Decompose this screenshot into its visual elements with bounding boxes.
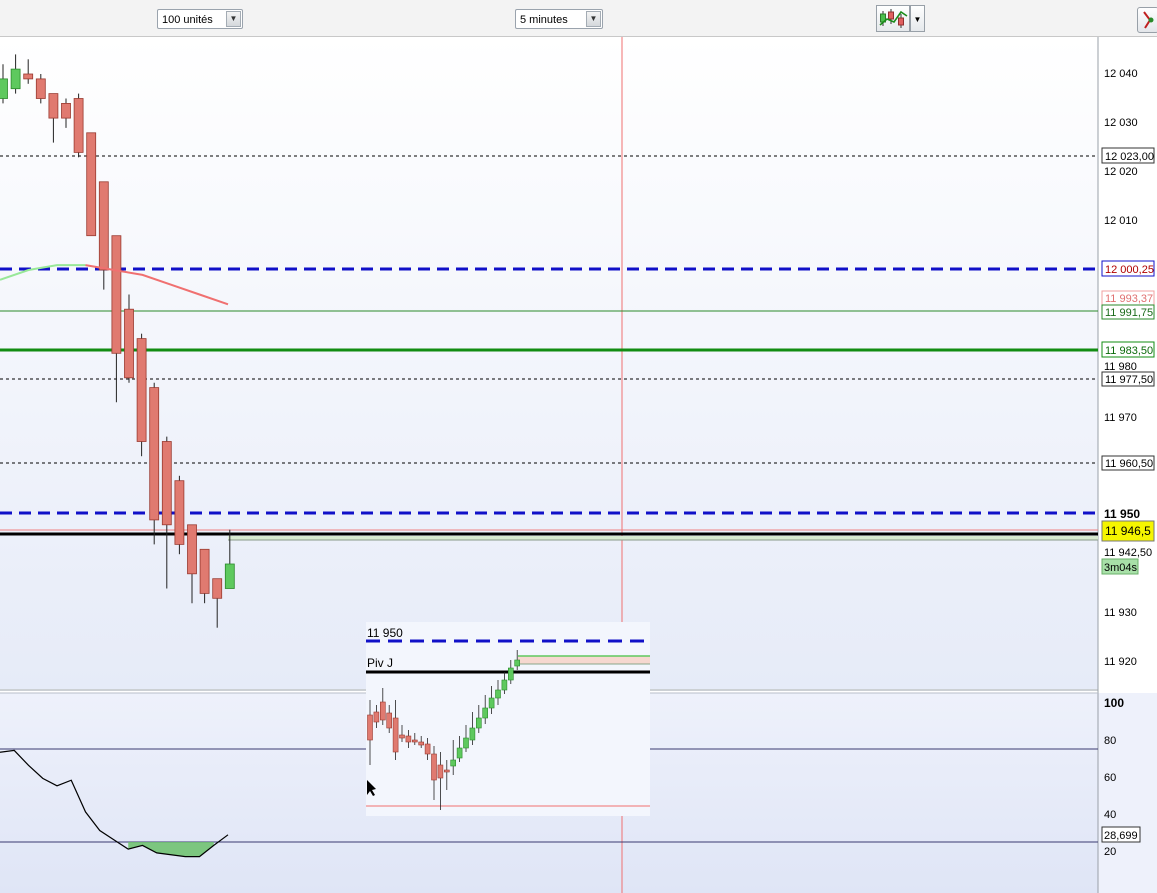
candle-bear (136, 338, 147, 442)
indicator-tick: 20 (1104, 846, 1116, 858)
mini-candle-bear (437, 764, 444, 779)
toolbar: 100 unités ▼ 5 minutes ▼ ▼ (0, 0, 1157, 37)
chart-style-dropdown[interactable]: ▼ (910, 5, 925, 32)
candle-bear (161, 441, 172, 526)
chevron-down-icon: ▼ (913, 15, 922, 24)
indicator-value: 28,699 (1104, 830, 1138, 842)
candlestick-chart-icon (879, 9, 908, 28)
label-11991: 11 991,75 (1105, 307, 1153, 319)
price-tick: 11 942,50 (1104, 547, 1152, 559)
chevron-down-icon[interactable]: ▼ (226, 11, 241, 27)
candle-bear (98, 181, 109, 271)
current-price-label: 11 946,5 (1105, 524, 1151, 538)
units-select-value: 100 unités (162, 14, 213, 26)
overlay-background (366, 622, 650, 816)
chevron-down-icon[interactable]: ▼ (586, 11, 601, 27)
price-tick: 12 020 (1104, 166, 1138, 178)
mini-candle-bear (411, 739, 418, 743)
label-12023: 12 023,00 (1105, 151, 1154, 163)
indicator-tick-bold: 100 (1104, 696, 1124, 710)
tool-icon (1143, 11, 1154, 29)
mini-candle-bull (456, 747, 463, 759)
price-panel (0, 37, 1098, 689)
overlay-preview[interactable]: 11 950 Piv J (366, 622, 650, 816)
mini-candle-bull (495, 689, 501, 699)
indicator-tick: 40 (1104, 809, 1116, 821)
label-11993: 11 993,37 (1105, 293, 1153, 305)
interval-select-value: 5 minutes (520, 14, 568, 26)
candle-bull (224, 563, 235, 589)
mini-candle-bull (514, 659, 521, 667)
overlay-level-label: 11 950 (367, 626, 403, 640)
mini-candle-bear (386, 712, 393, 729)
indicator-tick: 80 (1104, 735, 1116, 747)
price-tick: 12 030 (1104, 117, 1138, 129)
candle-bear (48, 93, 59, 119)
candle-bull (0, 78, 8, 99)
mini-candle-bear (373, 711, 380, 723)
mini-candle-bull (475, 717, 482, 729)
candle-bear (35, 78, 46, 99)
candle-timer: 3m04s (1104, 562, 1138, 574)
mini-candle-bull (488, 697, 495, 709)
chart-style-button[interactable] (876, 5, 910, 32)
mini-candle-bull (482, 707, 489, 719)
indicator-tick: 60 (1104, 772, 1116, 784)
mini-candle-bear (367, 714, 373, 741)
mini-candle-bear (424, 743, 431, 755)
candle-bear (86, 132, 97, 237)
mini-candle-bear (379, 701, 386, 721)
candle-bear (149, 387, 160, 521)
overlay-pivot-label: Piv J (367, 656, 393, 670)
price-tick: 11 970 (1104, 412, 1137, 424)
mini-candle-bull (469, 727, 476, 741)
candle-bear (61, 103, 71, 119)
mini-candle-bear (431, 753, 437, 781)
units-select[interactable]: 100 unités ▼ (157, 9, 243, 29)
mini-candle-bull (463, 737, 469, 749)
price-tick: 12 010 (1104, 215, 1138, 227)
label-11960: 11 960,50 (1105, 458, 1153, 470)
mini-candle-bull (450, 759, 457, 767)
label-11983: 11 983,50 (1105, 345, 1153, 357)
candle-bear (174, 480, 185, 545)
mini-candle-bear (443, 769, 450, 773)
overlay-pivot-zone (518, 656, 650, 664)
candle-bear (124, 308, 134, 379)
candle-bear (73, 98, 84, 153)
mini-candle-bear (405, 735, 412, 743)
candle-bear (111, 235, 122, 354)
candle-bear (187, 524, 197, 575)
pivot-zone (228, 536, 1098, 540)
tool-button[interactable] (1137, 7, 1157, 33)
mini-candle-bear (392, 717, 399, 753)
mini-candle-bull (501, 679, 508, 691)
trading-chart[interactable]: 12 040 12 030 12 020 12 010 11 980 11 97… (0, 36, 1157, 893)
mini-candle-bear (399, 734, 405, 739)
candle-bear (199, 548, 210, 594)
indicator-axis-panel (1098, 693, 1157, 893)
price-tick: 11 980 (1104, 361, 1137, 373)
price-tick: 12 040 (1104, 68, 1138, 80)
label-11977: 11 977,50 (1105, 374, 1153, 386)
mini-candle-bull (507, 667, 514, 681)
candle-bear (212, 578, 223, 599)
price-tick: 11 920 (1104, 656, 1137, 668)
label-12000: 12 000,25 (1105, 264, 1154, 276)
candle-bear (23, 73, 34, 80)
interval-select[interactable]: 5 minutes ▼ (515, 9, 603, 29)
price-tick: 11 930 (1104, 607, 1137, 619)
candle-bull (10, 68, 21, 90)
price-tick-bold: 11 950 (1104, 507, 1140, 521)
mini-candle-bear (418, 741, 425, 746)
